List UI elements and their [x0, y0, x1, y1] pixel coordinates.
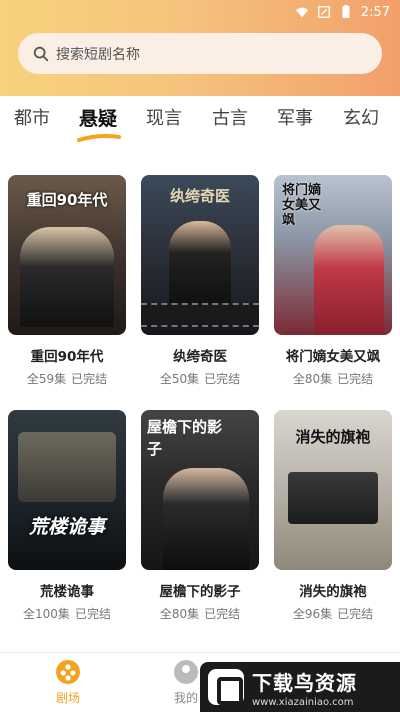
drama-meta: 全80集 已完结	[274, 370, 392, 387]
completion-status: 已完结	[74, 607, 111, 621]
drama-meta: 全80集 已完结	[141, 605, 259, 622]
drama-poster[interactable]: 屋檐下的影子	[141, 410, 259, 570]
drama-card[interactable]: 屋檐下的影子 屋檐下的影子 全80集 已完结	[141, 410, 259, 622]
drama-poster[interactable]: 消失的旗袍	[274, 410, 392, 570]
wifi-icon	[295, 7, 308, 18]
header-background: 2:57 搜索短剧名称	[0, 0, 400, 96]
episode-count: 全59集	[26, 372, 67, 386]
poster-title-text: 荒楼诡事	[28, 516, 105, 538]
drama-meta: 全50集 已完结	[141, 370, 259, 387]
battery-icon	[342, 5, 350, 19]
watermark-title: 下载鸟资源	[252, 670, 357, 695]
poster-figures	[20, 227, 114, 327]
drama-meta: 全96集 已完结	[274, 605, 392, 622]
drama-poster[interactable]: 重回90年代	[8, 175, 126, 335]
poster-figures	[18, 432, 116, 502]
completion-status: 已完结	[71, 372, 108, 386]
drama-title: 重回90年代	[30, 349, 104, 365]
tab-junshi[interactable]: 军事	[277, 104, 313, 130]
poster-figures	[169, 221, 231, 311]
watermark-url: www.xiazainiao.com	[252, 696, 354, 708]
drama-card[interactable]: 荒楼诡事 荒楼诡事 全100集 已完结	[8, 410, 126, 622]
drama-card[interactable]: 重回90年代 重回90年代 全59集 已完结	[8, 175, 126, 387]
completion-status: 已完结	[337, 607, 374, 621]
drama-card[interactable]: 消失的旗袍 消失的旗袍 全96集 已完结	[274, 410, 392, 622]
drama-meta: 全59集 已完结	[8, 370, 126, 387]
poster-title-text: 屋檐下的影子	[147, 418, 223, 458]
poster-film-strip	[141, 303, 259, 327]
drama-title: 荒楼诡事	[40, 584, 94, 600]
user-icon	[174, 660, 198, 684]
completion-status: 已完结	[337, 372, 374, 386]
tab-xianyan[interactable]: 现言	[146, 104, 182, 130]
drama-meta: 全100集 已完结	[8, 605, 126, 622]
drama-title: 消失的旗袍	[299, 584, 367, 600]
drama-card[interactable]: 纨绔奇医 纨绔奇医 全50集 已完结	[141, 175, 259, 387]
episode-count: 全80集	[292, 372, 333, 386]
status-time: 2:57	[360, 4, 390, 20]
drama-poster[interactable]: 纨绔奇医	[141, 175, 259, 335]
poster-title-text: 纨绔奇医	[169, 187, 230, 205]
drama-card[interactable]: 将门嫡女美又飒 将门嫡女美又飒 全80集 已完结	[274, 175, 392, 387]
watermark-text: 下载鸟资源 www.xiazainiao.com	[252, 667, 357, 708]
poster-title-text: 消失的旗袍	[295, 428, 371, 446]
tab-guyan[interactable]: 古言	[212, 104, 248, 130]
signal-icon	[317, 6, 330, 18]
status-bar: 2:57	[0, 0, 400, 24]
episode-count: 全80集	[159, 607, 200, 621]
search-input[interactable]: 搜索短剧名称	[56, 44, 140, 64]
nav-theater[interactable]: 剧场	[48, 659, 88, 706]
tab-dushi[interactable]: 都市	[14, 104, 50, 130]
search-icon	[33, 46, 49, 61]
episode-count: 全96集	[292, 607, 333, 621]
search-bar[interactable]: 搜索短剧名称	[18, 33, 382, 74]
poster-figures	[163, 468, 249, 570]
film-reel-icon	[56, 660, 80, 684]
watermark-logo	[208, 669, 244, 705]
poster-title-text: 重回90年代	[26, 191, 108, 209]
drama-title: 将门嫡女美又飒	[285, 349, 381, 365]
tab-xuanhuan[interactable]: 玄幻	[343, 104, 379, 130]
drama-title: 纨绔奇医	[173, 349, 227, 365]
watermark-banner: 下载鸟资源 www.xiazainiao.com	[200, 662, 400, 712]
completion-status: 已完结	[204, 372, 241, 386]
episode-count: 全100集	[23, 607, 70, 621]
completion-status: 已完结	[204, 607, 241, 621]
tab-xuanyi[interactable]: 悬疑	[79, 104, 117, 131]
drama-poster[interactable]: 将门嫡女美又飒	[274, 175, 392, 335]
poster-figures	[288, 472, 378, 524]
nav-theater-label: 剧场	[55, 691, 80, 705]
drama-title: 屋檐下的影子	[159, 584, 241, 600]
episode-count: 全50集	[159, 372, 200, 386]
poster-title-text: 将门嫡女美又飒	[282, 183, 322, 228]
active-tab-indicator	[77, 134, 121, 142]
category-tabs: 都市 悬疑 现言 古言 军事 玄幻	[0, 104, 400, 144]
drama-poster[interactable]: 荒楼诡事	[8, 410, 126, 570]
poster-figures	[314, 225, 384, 333]
